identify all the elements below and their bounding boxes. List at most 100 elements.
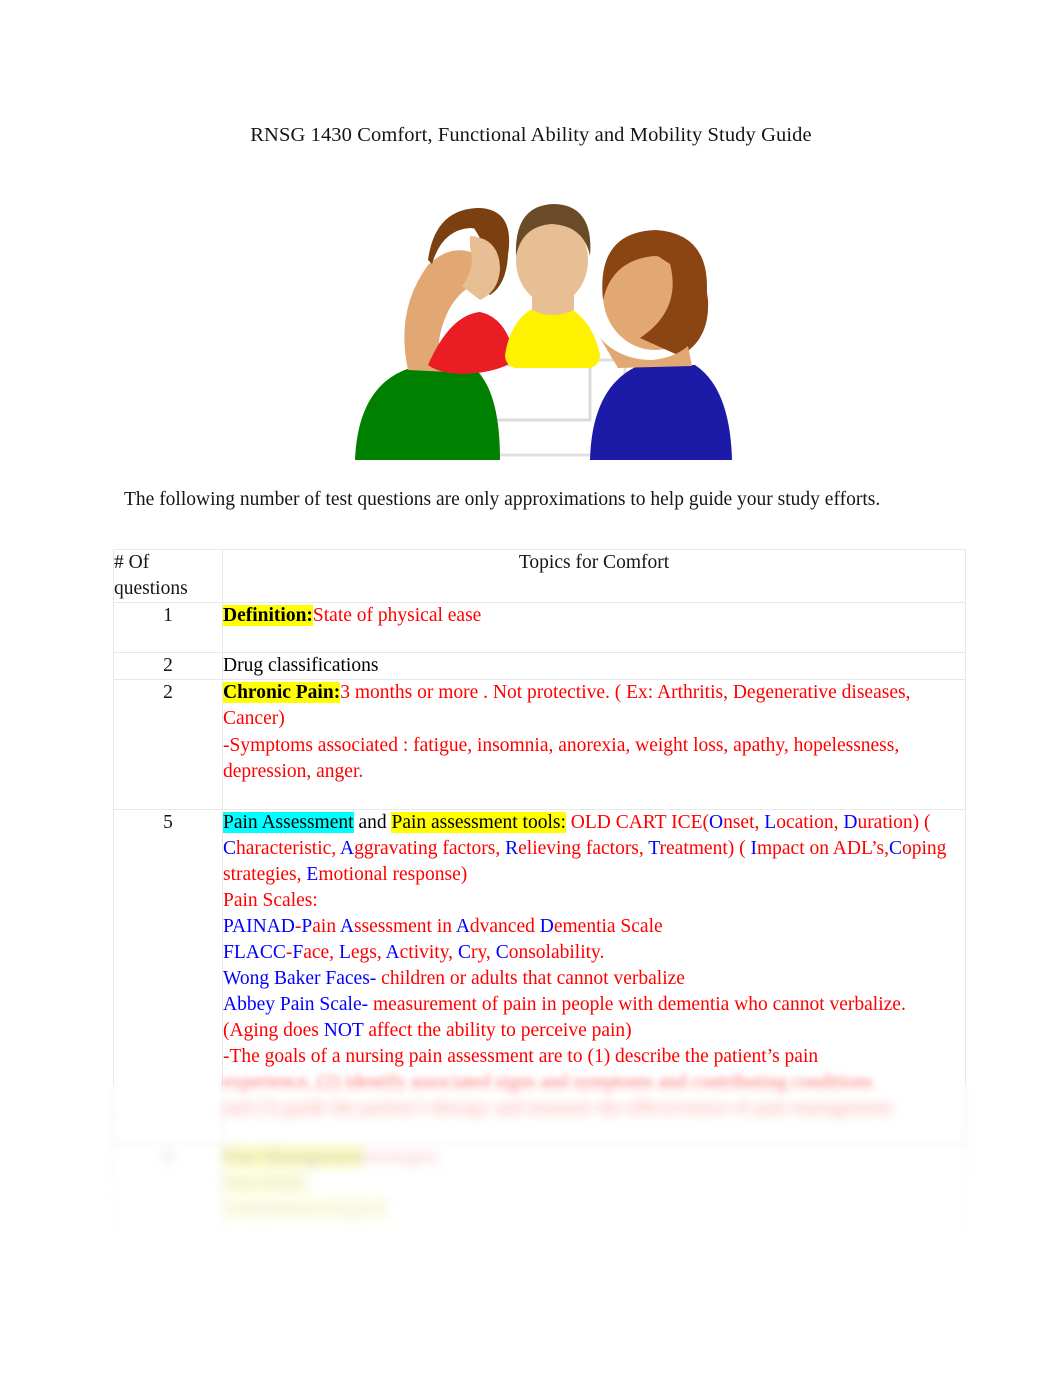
painad-acronym: PAINAD — [223, 916, 295, 937]
obscured-text-line-1: experience, (2) identify associated sign… — [223, 1072, 873, 1093]
row-count-cell: 2 — [113, 652, 223, 680]
flacc-acronym: FLACC — [223, 942, 286, 963]
intro-paragraph: The following number of test questions a… — [124, 489, 881, 510]
obscured-text-line-2: and (3) guide the patient’s therapy and … — [223, 1098, 892, 1119]
onset-initial: O — [709, 812, 724, 833]
flacc-l: L — [338, 942, 351, 963]
aging-text-close: affect the ability to perceive pain) — [363, 1020, 632, 1041]
painad-dvanced: dvanced — [469, 916, 540, 937]
conjunction-and: and — [353, 812, 392, 833]
location-initial: L — [764, 812, 777, 833]
study-group-clipart — [300, 160, 760, 475]
row-topic-cell: Definition:State of physical ease — [222, 602, 966, 653]
treatment-rest: reatment) ( — [659, 838, 751, 859]
duration-initial: D — [843, 812, 858, 833]
flacc-c1: C — [457, 942, 471, 963]
row-count-value: 5 — [163, 812, 173, 833]
emotional-initial: E — [306, 864, 319, 885]
relieving-rest: elieving factors, — [518, 838, 649, 859]
aggravating-rest: ggravating factors, — [354, 838, 506, 859]
characteristic-rest: haracteristic, — [236, 838, 340, 859]
flacc-onsolability: onsolability. — [508, 942, 605, 963]
table-row: 5 Pain Assessment and Pain assessment to… — [113, 809, 966, 1145]
chronic-pain-symptoms: -Symptoms associated : fatigue, insomnia… — [223, 735, 900, 782]
page-title: RNSG 1430 Comfort, Functional Ability an… — [250, 124, 812, 146]
painad-d: D — [539, 916, 554, 937]
painad-a1: A — [339, 916, 354, 937]
aggravating-initial: A — [339, 838, 355, 859]
row-topic-cell: Pain Managementstrategies. Pain Meds Non… — [222, 1144, 966, 1231]
flacc-a: A — [385, 942, 400, 963]
row-count-value: 8 — [163, 1147, 173, 1168]
treatment-initial: T — [648, 838, 660, 859]
table-row: 8 Pain Managementstrategies. Pain Meds N… — [113, 1144, 966, 1231]
pain-assessment-line: Pain Assessment and Pain assessment tool… — [223, 810, 965, 888]
drug-classifications-text: Drug classifications — [223, 655, 379, 676]
impact-rest: mpact on ADL’s, — [756, 838, 889, 859]
pain-assessment-tools-label: Pain assessment tools: — [391, 812, 566, 833]
wong-baker-line: Wong Baker Faces- children or adults tha… — [223, 966, 965, 992]
characteristic-initial: C — [223, 838, 237, 859]
aging-line: (Aging does NOT affect the ability to pe… — [223, 1018, 965, 1044]
obscured-tail-line-2: Pain Meds — [223, 1171, 965, 1197]
flacc-ace: ace, — [303, 942, 339, 963]
row-count-cell: 5 — [113, 809, 223, 1145]
obscured-tail-line-1: Pain Managementstrategies. — [223, 1145, 965, 1171]
obscured-tail-line-3: Nonpharmacological — [223, 1197, 965, 1223]
flacc-f: F — [292, 942, 304, 963]
row-topic-cell: Chronic Pain:3 months or more . Not prot… — [222, 679, 966, 810]
row-count-value: 2 — [163, 682, 173, 703]
row-topic-cell: Pain Assessment and Pain assessment tool… — [222, 809, 966, 1145]
study-guide-table: # Of questions Topics for Comfort 1 Defi… — [113, 549, 966, 1231]
painad-ssessment: ssessment in — [353, 916, 456, 937]
row-count-value: 1 — [163, 605, 173, 626]
relieving-initial: R — [505, 838, 519, 859]
obscured-tail-label-2: Pain Meds — [223, 1173, 306, 1194]
chronic-pain-block: Chronic Pain:3 months or more . Not prot… — [223, 680, 965, 732]
flacc-line: FLACC-Face, Legs, Activity, Cry, Consola… — [223, 940, 965, 966]
painad-a2: A — [455, 916, 470, 937]
painad-line: PAINAD-Pain Assessment in Advanced Demen… — [223, 914, 965, 940]
table-row: 1 Definition:State of physical ease — [113, 602, 966, 653]
table-row: 2 Chronic Pain:3 months or more . Not pr… — [113, 679, 966, 810]
pain-scales-label: Pain Scales: — [223, 888, 965, 914]
chronic-pain-label: Chronic Pain: — [223, 682, 341, 703]
pain-assessment-goals-text: -The goals of a nursing pain assessment … — [223, 1046, 819, 1067]
abbey-pain-scale-description: measurement of pain in people with demen… — [368, 994, 906, 1015]
row-count-cell: 1 — [113, 602, 223, 653]
table-row: 2 Drug classifications — [113, 652, 966, 680]
table-header-row: # Of questions Topics for Comfort — [113, 549, 966, 603]
flacc-ry: ry, — [470, 942, 496, 963]
wong-baker-description: children or adults that cannot verbalize — [376, 968, 685, 989]
header-cell-question-count: # Of questions — [113, 549, 223, 603]
pain-scales-heading: Pain Scales: — [223, 890, 318, 911]
header-line-1: # Of — [114, 552, 150, 573]
aging-not-emphasis: NOT — [323, 1020, 364, 1041]
row-count-cell: 8 — [113, 1144, 223, 1231]
header-topics-label: Topics for Comfort — [518, 552, 670, 573]
flacc-c2: C — [495, 942, 509, 963]
definition-label: Definition: — [223, 605, 313, 626]
row-count-cell: 2 — [113, 679, 223, 810]
coping-initial: C — [888, 838, 902, 859]
header-cell-topics: Topics for Comfort — [222, 549, 966, 603]
emotional-rest: motional response) — [318, 864, 468, 885]
obscured-tail-label-1: Pain Management — [223, 1147, 365, 1168]
location-rest: ocation, — [776, 812, 844, 833]
row-topic-cell: Drug classifications — [222, 652, 966, 680]
duration-rest: uration) ( — [857, 812, 931, 833]
study-guide-table-wrapper: # Of questions Topics for Comfort 1 Defi… — [113, 549, 966, 1231]
onset-rest: nset, — [723, 812, 765, 833]
document-page: RNSG 1430 Comfort, Functional Ability an… — [0, 0, 1062, 1380]
flacc-ctivity: ctivity, — [399, 942, 458, 963]
goals-line: -The goals of a nursing pain assessment … — [223, 1044, 965, 1070]
flacc-egs: egs, — [350, 942, 386, 963]
painad-ain: ain — [312, 916, 340, 937]
aging-text-open: (Aging does — [223, 1020, 324, 1041]
painad-p: P — [301, 916, 313, 937]
header-line-2: questions — [114, 578, 188, 599]
wong-baker-label: Wong Baker Faces- — [223, 968, 377, 989]
painad-ementia-scale: ementia Scale — [553, 916, 663, 937]
pain-assessment-label: Pain Assessment — [223, 812, 354, 833]
abbey-line: Abbey Pain Scale- measurement of pain in… — [223, 992, 965, 1018]
